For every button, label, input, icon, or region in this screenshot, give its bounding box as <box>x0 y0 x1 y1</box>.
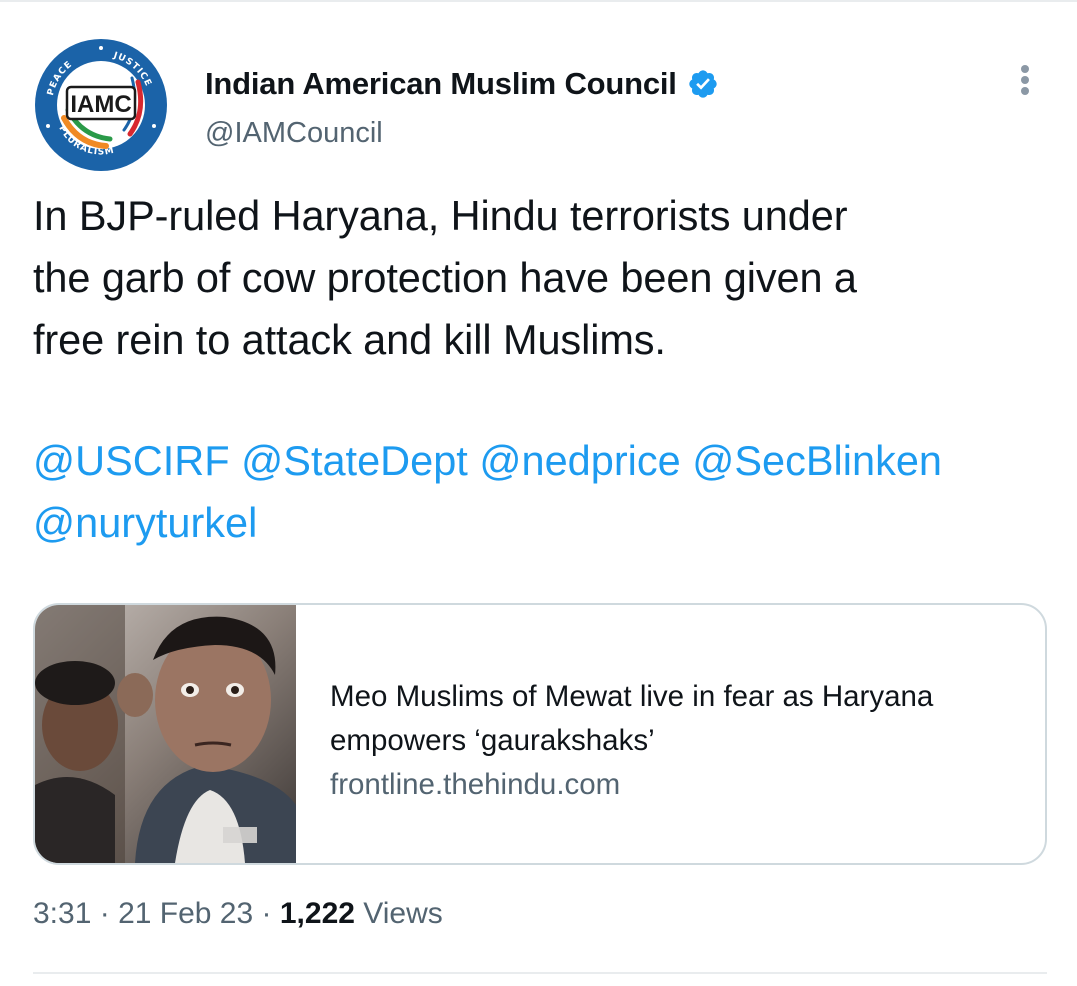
views-count: 1,222 <box>279 897 355 930</box>
mention-link-statedept[interactable]: @StateDept <box>241 437 468 484</box>
views-label: Views <box>363 897 443 930</box>
link-card-thumbnail <box>35 605 296 863</box>
mention-link-nedprice[interactable]: @nedprice <box>479 437 680 484</box>
meta-separator: · <box>99 897 110 930</box>
mention-link-secblinken[interactable]: @SecBlinken <box>692 437 942 484</box>
mention-link-uscirf[interactable]: @USCIRF <box>33 437 230 484</box>
mention-link-nuryturkel[interactable]: @nuryturkel <box>33 499 257 546</box>
link-card-domain: frontline.thehindu.com <box>330 768 621 801</box>
logo-monogram: IAMC <box>70 91 131 118</box>
bottom-divider <box>33 972 1047 974</box>
tweet-text-line: free rein to attack and kill Muslims. <box>33 316 666 363</box>
tweet-date[interactable]: 21 Feb 23 <box>118 897 253 930</box>
tweet-time[interactable]: 3:31 <box>33 897 91 930</box>
author-handle[interactable]: @IAMCouncil <box>205 117 383 150</box>
verified-badge-icon <box>689 70 717 98</box>
link-card-title-line: empowers ‘gaurakshaks’ <box>330 724 655 757</box>
tweet-text-line: In BJP-ruled Haryana, Hindu terrorists u… <box>33 192 848 239</box>
link-card-text: Meo Muslims of Mewat live in fear as Har… <box>330 675 1030 807</box>
mentions: @USCIRF @StateDept @nedprice @SecBlinken… <box>33 430 1063 554</box>
author-display-name[interactable]: Indian American Muslim Council <box>205 66 677 102</box>
tweet-text-line: the garb of cow protection have been giv… <box>33 254 857 301</box>
link-preview-card[interactable]: Meo Muslims of Mewat live in fear as Har… <box>33 603 1047 865</box>
iamc-logo: PEACE JUSTICE PLURALISM IAMC <box>35 39 167 171</box>
thumbnail-photo <box>35 605 296 863</box>
tweet-text: In BJP-ruled Haryana, Hindu terrorists u… <box>33 185 1053 371</box>
more-options-button[interactable] <box>1007 60 1043 100</box>
author-name-row: Indian American Muslim Council <box>205 62 719 106</box>
meta-separator: · <box>261 897 272 930</box>
top-divider <box>0 0 1077 2</box>
more-vertical-icon <box>1021 65 1029 95</box>
avatar[interactable]: PEACE JUSTICE PLURALISM IAMC <box>34 38 168 172</box>
link-card-title-line: Meo Muslims of Mewat live in fear as Har… <box>330 680 934 713</box>
tweet-meta: 3:31 · 21 Feb 23 · 1,222 Views <box>33 897 443 931</box>
link-card-title: Meo Muslims of Mewat live in fear as Har… <box>330 675 1030 763</box>
